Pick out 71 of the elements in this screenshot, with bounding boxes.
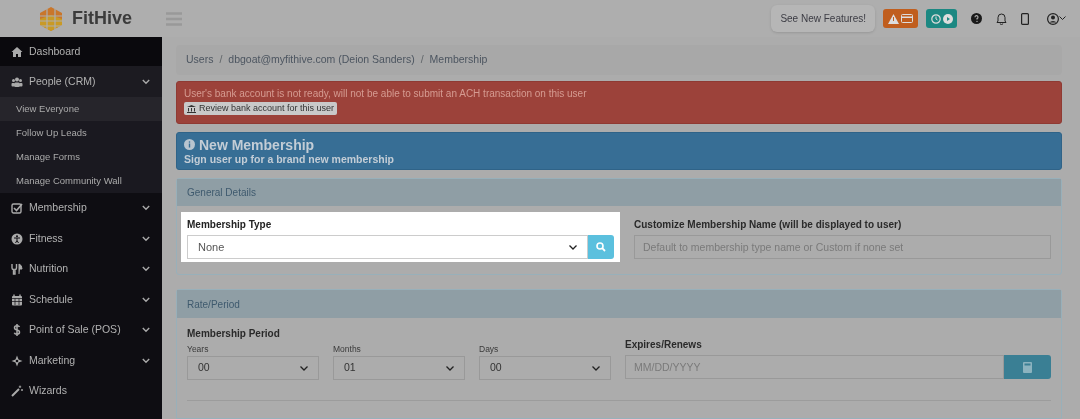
field-label: Expires/Renews: [625, 338, 703, 352]
new-features-tooltip[interactable]: See New Features!: [771, 5, 875, 32]
brand-name: FitHive: [72, 7, 132, 30]
user-avatar-icon[interactable]: [1047, 12, 1059, 25]
chevron-down-icon: [142, 327, 150, 334]
utensils-icon: [11, 263, 23, 276]
home-icon: [11, 45, 23, 58]
chevron-down-icon: [446, 365, 454, 371]
wand-icon: [11, 385, 23, 398]
billing-alert-button[interactable]: [883, 9, 918, 28]
timer-button[interactable]: [926, 9, 957, 28]
field-label: Customize Membership Name (will be displayed to user): [634, 218, 903, 232]
person-icon: [11, 232, 23, 245]
select-field[interactable]: 00: [479, 356, 611, 380]
field-label: Membership Type: [187, 218, 273, 232]
sidebar-item[interactable]: Schedule: [0, 284, 162, 315]
chevron-down-icon: [142, 235, 150, 242]
chevron-down-icon: [142, 266, 150, 273]
checkbox-icon: [11, 202, 23, 215]
calculator-icon: [1023, 361, 1032, 373]
sidebar-item[interactable]: Point of Sale (POS): [0, 315, 162, 346]
select-field[interactable]: 01: [333, 356, 465, 380]
select-field[interactable]: 00: [187, 356, 319, 380]
bank-icon: [187, 104, 196, 113]
crosshair-icon: [11, 354, 23, 367]
card-icon: [901, 14, 913, 23]
play-icon: [942, 13, 953, 24]
chevron-down-icon: [300, 365, 308, 371]
chevron-down-icon: [142, 357, 150, 364]
panel-title: Rate/Period: [187, 297, 240, 312]
sidebar-item[interactable]: Marketing: [0, 345, 162, 376]
chevron-down-icon: [142, 296, 150, 303]
chevron-down-icon: [142, 78, 150, 85]
heading-subtitle: Sign user up for a brand new membership: [184, 152, 396, 166]
search-icon: [596, 242, 606, 252]
chevron-down-icon: [592, 365, 600, 371]
breadcrumb-current: Membership: [429, 52, 488, 68]
sidebar-item[interactable]: Membership: [0, 193, 162, 224]
sidebar-item[interactable]: Wizards: [0, 376, 162, 407]
sidebar-subitem[interactable]: Manage Forms: [0, 145, 162, 169]
info-icon: [184, 139, 195, 150]
breadcrumb-separator: /: [420, 52, 424, 68]
review-bank-button[interactable]: Review bank account for this user: [184, 102, 338, 115]
alert-message: User's bank account is not ready, will not be able to submit an ACH transaction on this user: [184, 88, 587, 100]
heading-title: New Membership: [199, 136, 315, 153]
membership-type-select[interactable]: None: [187, 235, 588, 259]
chevron-down-icon: [142, 205, 150, 212]
sidebar-item[interactable]: Fitness: [0, 223, 162, 254]
help-icon[interactable]: [971, 13, 982, 24]
bell-icon[interactable]: [996, 12, 1007, 25]
field-label: Months: [333, 343, 362, 355]
logo-icon: [38, 5, 64, 32]
panel-title: General Details: [187, 186, 256, 200]
sidebar-item[interactable]: Nutrition: [0, 254, 162, 285]
field-label: Days: [479, 343, 500, 355]
tablet-icon[interactable]: [1021, 12, 1029, 25]
caret-icon[interactable]: [1059, 16, 1066, 21]
users-icon: [11, 75, 23, 88]
clock-icon: [930, 13, 941, 24]
dollar-icon: [11, 324, 23, 337]
warning-icon: [888, 13, 899, 24]
field-label: Years: [187, 343, 210, 355]
sidebar-item[interactable]: People (CRM): [0, 66, 162, 97]
sidebar-subitem[interactable]: View Everyone: [0, 97, 162, 121]
field-label: Membership Period: [187, 327, 281, 341]
sidebar-item[interactable]: Dashboard: [0, 37, 162, 66]
sidebar-subitem[interactable]: Manage Community Wall: [0, 169, 162, 193]
breadcrumb-separator: /: [219, 52, 223, 68]
calendar-icon: [11, 293, 23, 306]
chevron-down-icon: [569, 244, 577, 250]
sidebar-subitem[interactable]: Follow Up Leads: [0, 121, 162, 145]
